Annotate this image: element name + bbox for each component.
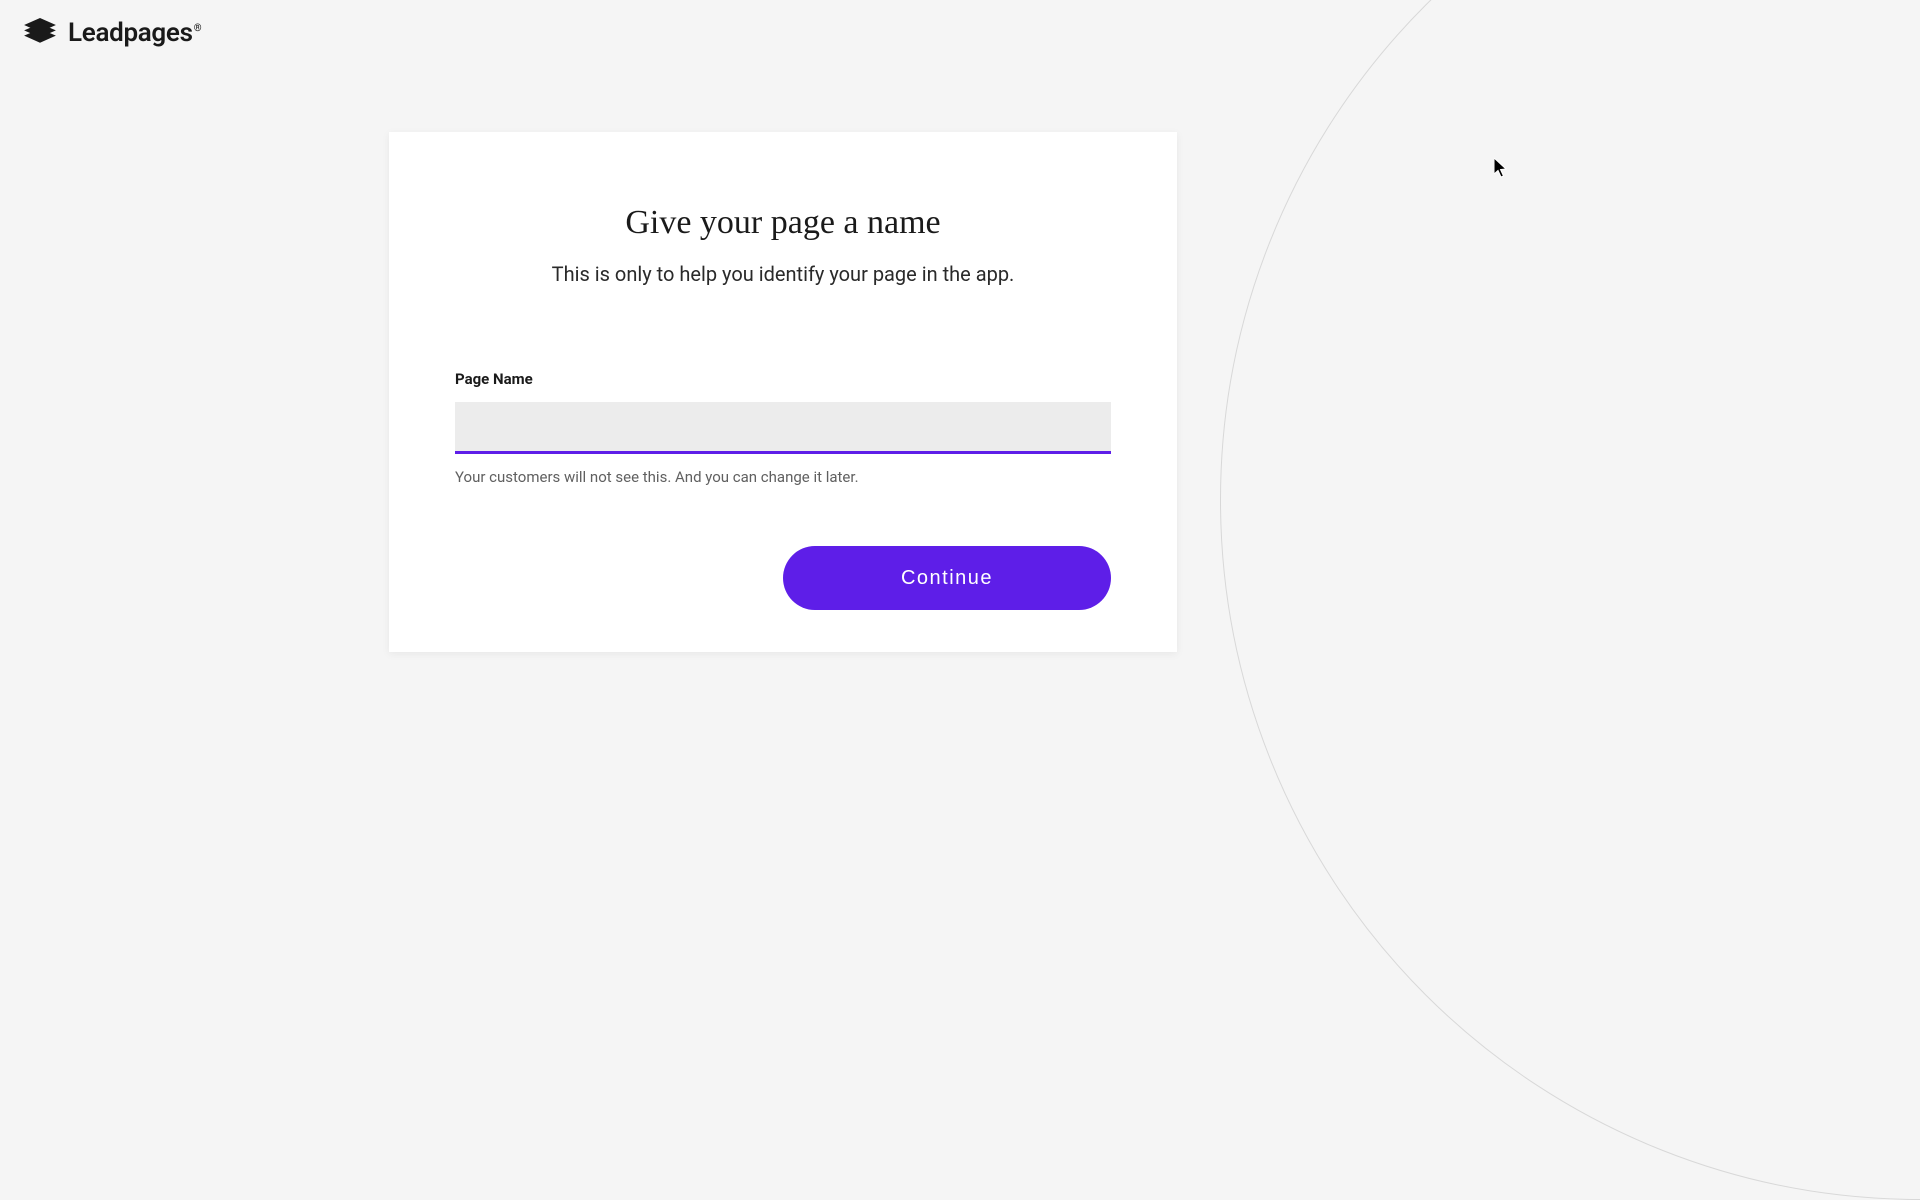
brand-name: Leadpages® <box>68 18 201 48</box>
page-name-input[interactable] <box>455 402 1111 454</box>
cursor-icon <box>1494 158 1510 182</box>
page-name-helper: Your customers will not see this. And yo… <box>455 468 1111 486</box>
header: Leadpages® <box>22 18 201 48</box>
page-name-label: Page Name <box>455 370 1111 388</box>
name-page-card: Give your page a name This is only to he… <box>389 132 1177 652</box>
continue-button[interactable]: Continue <box>783 546 1111 610</box>
background-arc <box>1220 0 1920 1200</box>
leadpages-logo-icon <box>22 18 58 48</box>
card-title: Give your page a name <box>455 204 1111 242</box>
card-subtitle: This is only to help you identify your p… <box>455 262 1111 286</box>
button-row: Continue <box>455 546 1111 610</box>
